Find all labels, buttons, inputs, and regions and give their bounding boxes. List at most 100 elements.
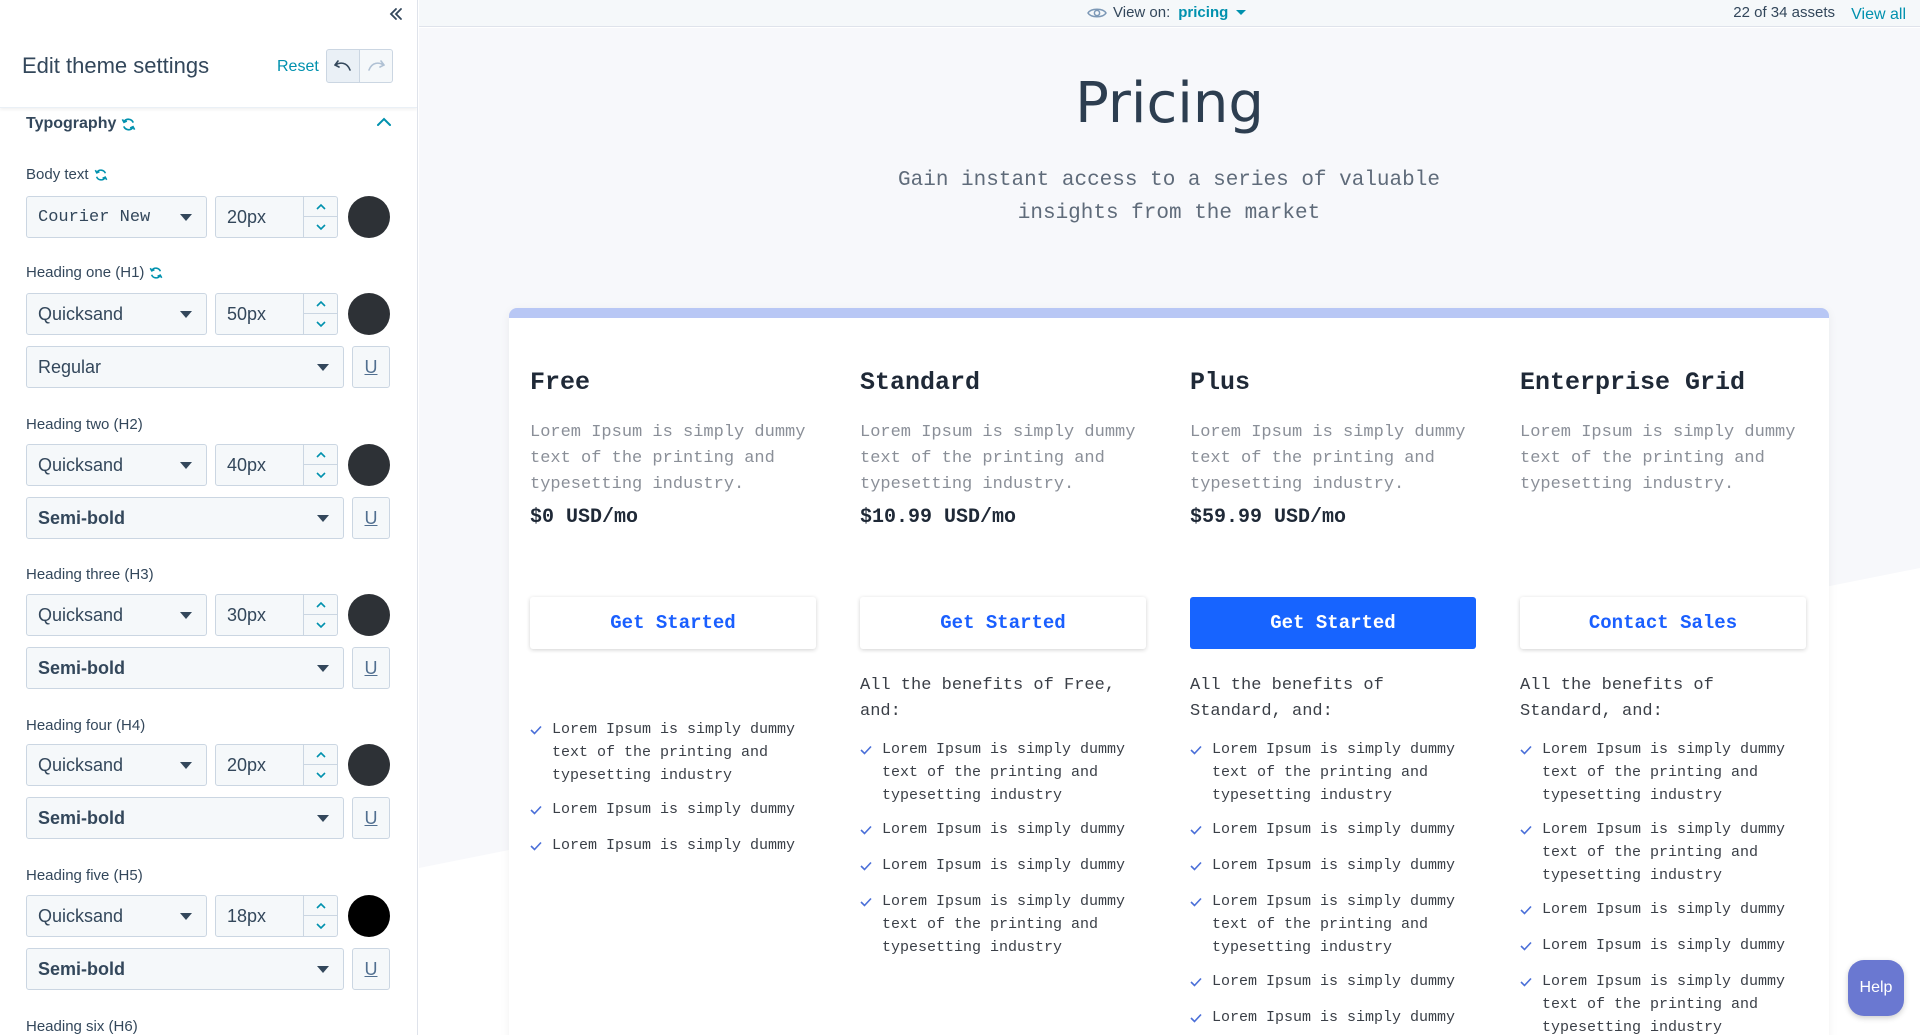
stepper-down-button[interactable] [304, 314, 337, 334]
undo-button[interactable] [326, 49, 360, 83]
h1-label: Heading one (H1) [26, 264, 163, 281]
check-icon [530, 834, 552, 859]
h3-underline-toggle[interactable]: U [352, 647, 390, 689]
chevron-down-icon [315, 320, 326, 327]
h2-color-swatch[interactable] [348, 444, 390, 486]
check-icon [1190, 818, 1212, 843]
feature-text: Lorem Ipsum is simply dummy [552, 837, 796, 854]
h1-underline-toggle[interactable]: U [352, 346, 390, 388]
h3-color-swatch[interactable] [348, 594, 390, 636]
feature-list: Lorem Ipsum is simply dummy text of the … [530, 718, 820, 870]
view-on-selector[interactable]: View on: pricing [1087, 4, 1247, 21]
size-value: 30px [227, 604, 267, 625]
plan-cta-button[interactable]: Contact Sales [1520, 597, 1806, 649]
size-stepper [303, 445, 337, 485]
select-value: Quicksand [38, 905, 124, 926]
plan-cta-button[interactable]: Get Started [530, 597, 816, 649]
collapse-sidebar-button[interactable] [385, 3, 407, 25]
h2-size-input[interactable]: 40px [215, 444, 338, 486]
stepper-up-button[interactable] [304, 445, 337, 465]
h5-label: Heading five (H5) [26, 867, 143, 884]
stepper-down-button[interactable] [304, 217, 337, 237]
h1-size-input[interactable]: 50px [215, 293, 338, 335]
size-value: 18px [227, 905, 267, 926]
pricing-plans: Free Lorem Ipsum is simply dummy text of … [509, 308, 1829, 1035]
feature-item: Lorem Ipsum is simply dummy [1190, 854, 1480, 879]
stepper-up-button[interactable] [304, 595, 337, 615]
h5-weight-select[interactable]: Semi-bold [26, 948, 344, 990]
h1-color-swatch[interactable] [348, 293, 390, 335]
h4-underline-toggle[interactable]: U [352, 797, 390, 839]
caret-down-icon [317, 815, 329, 822]
stepper-down-button[interactable] [304, 465, 337, 485]
plan-price: $0 USD/mo [530, 506, 639, 529]
h1-weight-select[interactable]: Regular [26, 346, 344, 388]
body-color-swatch[interactable] [348, 196, 390, 238]
body-font-select[interactable]: Courier New [26, 196, 207, 238]
chevron-down-icon [315, 922, 326, 929]
caret-down-icon [180, 612, 192, 619]
h2-underline-toggle[interactable]: U [352, 497, 390, 539]
typography-section-header[interactable]: Typography [26, 112, 392, 136]
select-value: Semi-bold [38, 807, 126, 828]
reset-link[interactable]: Reset [277, 58, 319, 76]
stepper-down-button[interactable] [304, 916, 337, 936]
select-value: Semi-bold [38, 657, 126, 678]
chevron-up-icon [315, 300, 326, 307]
size-value: 20px [227, 754, 267, 775]
size-value: 50px [227, 303, 267, 324]
h3-size-input[interactable]: 30px [215, 594, 338, 636]
h4-size-input[interactable]: 20px [215, 744, 338, 786]
plan-cta-button[interactable]: Get Started [1190, 597, 1476, 649]
stepper-down-button[interactable] [304, 615, 337, 635]
stepper-down-button[interactable] [304, 765, 337, 785]
check-icon [1520, 934, 1542, 959]
caret-down-icon [180, 762, 192, 769]
h3-label: Heading three (H3) [26, 566, 154, 583]
h4-font-select[interactable]: Quicksand [26, 744, 207, 786]
assets-count: 22 of 34 assets [1733, 4, 1835, 21]
check-icon [1520, 970, 1542, 1035]
h5-color-swatch[interactable] [348, 895, 390, 937]
h2-font-select[interactable]: Quicksand [26, 444, 207, 486]
h2-weight-select[interactable]: Semi-bold [26, 497, 344, 539]
check-icon [1520, 898, 1542, 923]
view-all-link[interactable]: View all [1851, 6, 1906, 24]
h4-color-swatch[interactable] [348, 744, 390, 786]
caret-down-icon[interactable] [1236, 10, 1247, 15]
stepper-up-button[interactable] [304, 896, 337, 916]
feature-item: Lorem Ipsum is simply dummy text of the … [860, 890, 1150, 959]
h5-size-input[interactable]: 18px [215, 895, 338, 937]
check-icon [860, 854, 882, 879]
feature-item: Lorem Ipsum is simply dummy text of the … [860, 738, 1150, 807]
h4-weight-select[interactable]: Semi-bold [26, 797, 344, 839]
stepper-up-button[interactable] [304, 745, 337, 765]
help-button[interactable]: Help [1848, 960, 1904, 1016]
stepper-up-button[interactable] [304, 197, 337, 217]
view-on-label: View on: [1113, 4, 1171, 21]
feature-text: Lorem Ipsum is simply dummy text of the … [552, 721, 796, 784]
chevron-up-icon [315, 601, 326, 608]
h5-underline-toggle[interactable]: U [352, 948, 390, 990]
h1-font-select[interactable]: Quicksand [26, 293, 207, 335]
stepper-up-button[interactable] [304, 294, 337, 314]
feature-text: Lorem Ipsum is simply dummy [1212, 857, 1456, 874]
h3-weight-select[interactable]: Semi-bold [26, 647, 344, 689]
feature-text: Lorem Ipsum is simply dummy [882, 821, 1126, 838]
redo-button[interactable] [359, 49, 393, 83]
field-label-text: Heading six (H6) [26, 1018, 138, 1035]
h5-font-select[interactable]: Quicksand [26, 895, 207, 937]
check-icon [1190, 890, 1212, 959]
chevron-down-icon [315, 771, 326, 778]
theme-settings-sidebar: Edit theme settings Reset Typography Bod… [0, 0, 418, 1035]
plan-cta-button[interactable]: Get Started [860, 597, 1146, 649]
chevron-up-icon[interactable] [376, 115, 392, 133]
feature-item: Lorem Ipsum is simply dummy [1190, 970, 1480, 995]
body-size-input[interactable]: 20px [215, 196, 338, 238]
feature-list: Lorem Ipsum is simply dummy text of the … [1520, 738, 1810, 1035]
h3-font-select[interactable]: Quicksand [26, 594, 207, 636]
field-label-text: Body text [26, 166, 89, 183]
feature-text: Lorem Ipsum is simply dummy text of the … [1212, 741, 1456, 804]
view-on-value[interactable]: pricing [1178, 4, 1228, 21]
feature-list: Lorem Ipsum is simply dummy text of the … [860, 738, 1150, 970]
